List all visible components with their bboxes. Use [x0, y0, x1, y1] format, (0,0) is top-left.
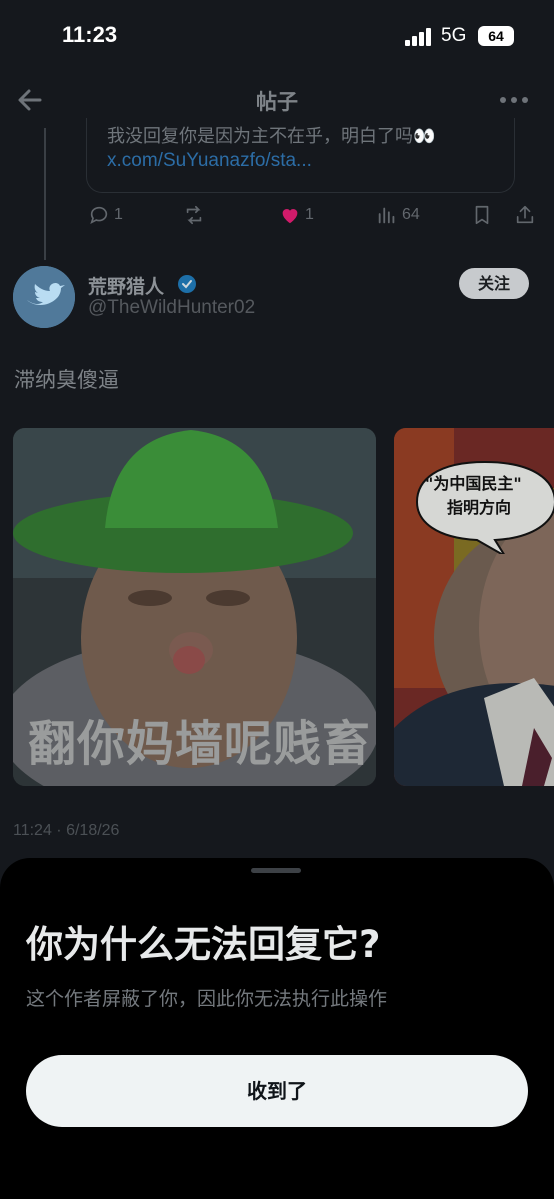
- post-page: 11:23 5G 64 帖子 我没回复你是因为主不在乎，明白了吗👀 x.com/…: [0, 0, 554, 1199]
- tweet-text: 滞纳臭傻逼: [14, 368, 119, 392]
- author-name[interactable]: 荒野猎人: [88, 272, 164, 299]
- reply-button[interactable]: 1: [88, 204, 123, 226]
- heart-icon: [282, 209, 298, 224]
- share-button[interactable]: [514, 204, 536, 226]
- signal-icon: [405, 28, 431, 46]
- battery-icon: 64: [478, 26, 514, 46]
- author-handle[interactable]: @TheWildHunter02: [88, 297, 255, 319]
- status-bar: 11:23 5G 64: [0, 0, 554, 72]
- sheet-subtitle: 这个作者屏蔽了你，因此你无法执行此操作: [26, 988, 388, 1010]
- quoted-tweet-link[interactable]: x.com/SuYuanazfo/sta...: [107, 150, 312, 172]
- meme-caption-text: 翻你妈墙呢贱畜: [28, 716, 372, 772]
- thread-connector: [44, 128, 46, 260]
- speech-bubble-line-1: "为中国民主": [425, 474, 522, 493]
- quoted-tweet-card[interactable]: 我没回复你是因为主不在乎，明白了吗👀 x.com/SuYuanazfo/sta.…: [86, 118, 515, 193]
- reply-icon: [90, 206, 108, 224]
- bookmark-icon: [475, 205, 489, 225]
- sheet-drag-handle[interactable]: [251, 868, 301, 873]
- status-time: 11:23: [62, 22, 118, 47]
- page-title: 帖子: [256, 90, 298, 114]
- repost-button[interactable]: [183, 204, 205, 226]
- views-count: 64: [402, 206, 420, 223]
- follow-button[interactable]: 关注: [459, 268, 529, 299]
- author-avatar[interactable]: [13, 266, 75, 328]
- sheet-title: 你为什么无法回复它?: [26, 923, 381, 966]
- quoted-tweet-text: 我没回复你是因为主不在乎，明白了吗👀: [107, 126, 436, 147]
- more-options-icon[interactable]: [496, 86, 532, 114]
- repost-icon: [186, 205, 202, 225]
- network-type: 5G: [441, 25, 467, 46]
- reply-count: 1: [114, 206, 123, 223]
- bird-logo-icon: [13, 266, 75, 328]
- verified-badge-icon: [178, 275, 196, 293]
- bottom-sheet: 你为什么无法回复它? 这个作者屏蔽了你，因此你无法执行此操作 收到了: [0, 858, 554, 1199]
- speech-bubble-line-2: 指明方向: [447, 498, 512, 517]
- bookmark-button[interactable]: [471, 204, 493, 226]
- tweet-action-bar: 1 1 64: [0, 200, 554, 232]
- like-count: 1: [305, 206, 314, 223]
- share-icon: [516, 205, 534, 224]
- tweet-timestamp: 11:24 · 6/18/26: [13, 822, 120, 839]
- views-button[interactable]: 64: [376, 204, 420, 226]
- got-it-button[interactable]: 收到了: [26, 1055, 528, 1127]
- like-button[interactable]: 1: [279, 204, 314, 226]
- views-chart-icon: [378, 207, 395, 224]
